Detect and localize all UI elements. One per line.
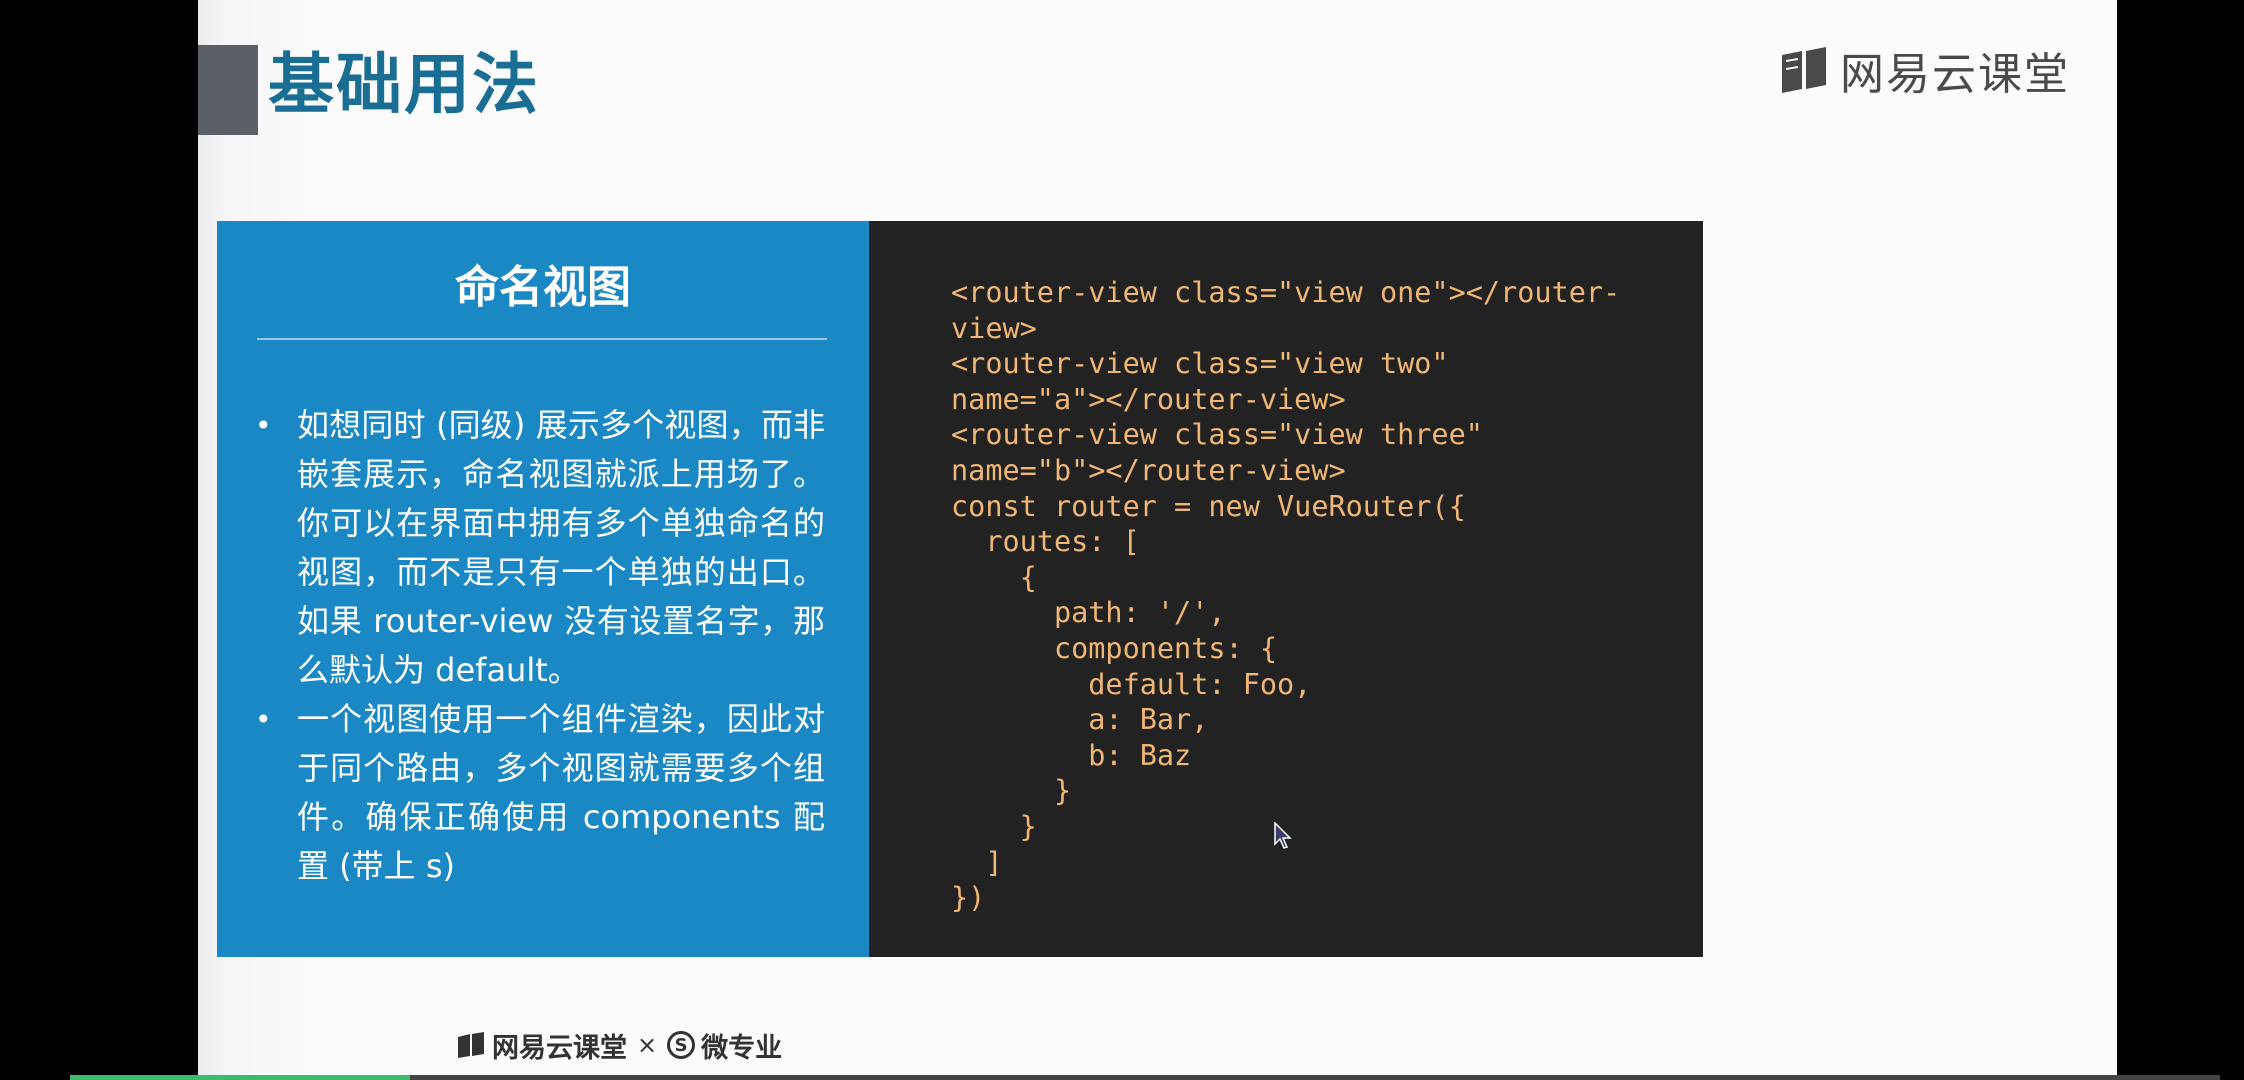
video-progress-bar[interactable]: [70, 1075, 2220, 1080]
slide-title: 基础用法: [268, 46, 540, 123]
brand-logo: 网易云课堂: [1778, 45, 2070, 100]
bullet-item: 一个视图使用一个组件渲染，因此对于同个路由，多个视图就需要多个组件。确保正确使用…: [255, 695, 825, 891]
mouse-cursor-icon: [1274, 822, 1292, 849]
panel-heading: 命名视图: [455, 262, 631, 313]
video-progress-fill: [70, 1075, 410, 1080]
heading-divider: [257, 338, 827, 340]
book-icon: [458, 1032, 484, 1058]
description-panel: 命名视图 如想同时 (同级) 展示多个视图，而非嵌套展示，命名视图就派上用场了。…: [217, 221, 869, 957]
code-block: <router-view class="view one"></router- …: [951, 276, 1621, 915]
brand-name: 网易云课堂: [1840, 49, 2070, 100]
footer-brand: 网易云课堂: [492, 1032, 627, 1064]
footer: 网易云课堂 × S 微专业: [456, 1025, 782, 1065]
book-icon: [1782, 47, 1826, 93]
bullet-item: 如想同时 (同级) 展示多个视图，而非嵌套展示，命名视图就派上用场了。你可以在界…: [255, 401, 825, 695]
title-accent-bar: [198, 45, 258, 135]
partner-s-icon: S: [667, 1031, 696, 1059]
content-area: 命名视图 如想同时 (同级) 展示多个视图，而非嵌套展示，命名视图就派上用场了。…: [217, 221, 1703, 957]
footer-partner: 微专业: [701, 1032, 783, 1064]
bullet-list: 如想同时 (同级) 展示多个视图，而非嵌套展示，命名视图就派上用场了。你可以在界…: [255, 401, 825, 891]
footer-separator: ×: [637, 1031, 658, 1059]
